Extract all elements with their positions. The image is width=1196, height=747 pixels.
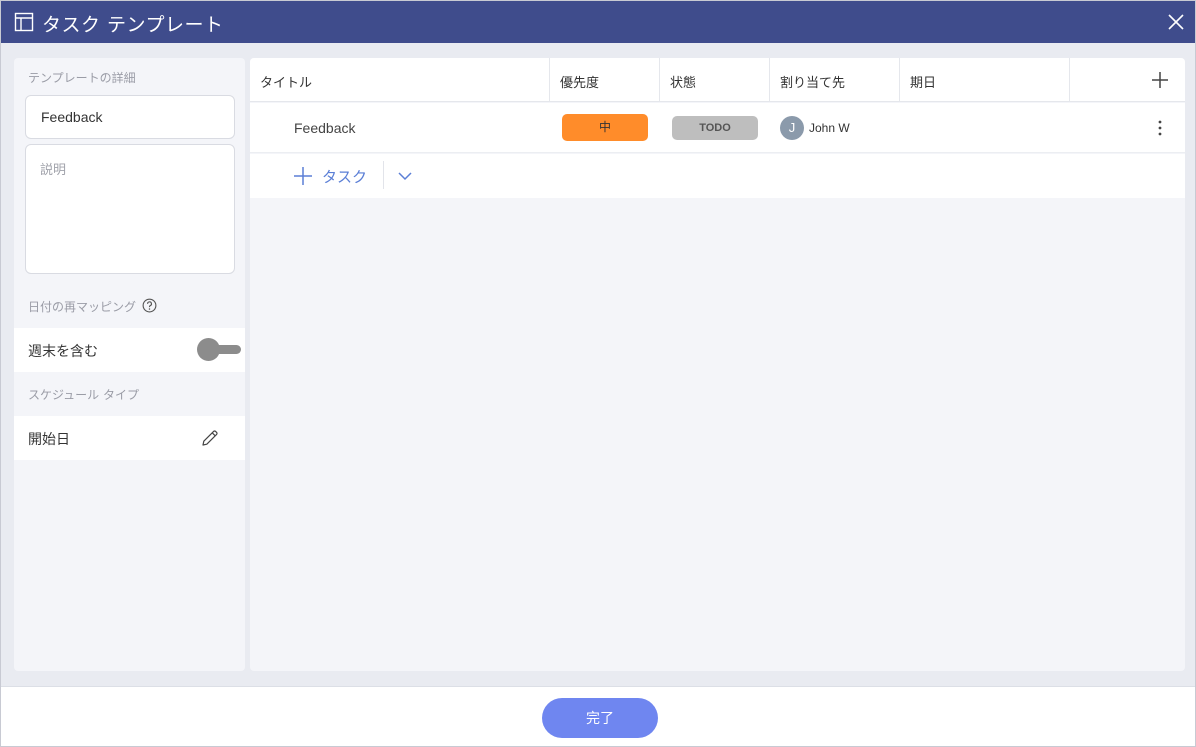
add-column-icon[interactable]	[1151, 71, 1169, 89]
column-header-assignee[interactable]: 割り当て先	[770, 58, 900, 102]
template-name-input[interactable]	[25, 95, 235, 139]
task-template-dialog: タスク テンプレート テンプレートの詳細 日付の再マッピング 週末を含む スケジ…	[0, 0, 1196, 747]
schedule-type-row: 開始日	[14, 416, 245, 460]
help-icon[interactable]	[142, 298, 157, 313]
column-header-due-date[interactable]: 期日	[900, 58, 1070, 102]
include-weekends-row: 週末を含む	[14, 328, 245, 372]
dialog-footer: 完了	[1, 686, 1195, 746]
chevron-down-icon[interactable]	[397, 168, 413, 184]
description-input[interactable]	[25, 144, 235, 274]
column-header-priority[interactable]: 優先度	[550, 58, 660, 102]
pencil-icon[interactable]	[200, 428, 220, 448]
include-weekends-toggle[interactable]	[197, 338, 241, 362]
close-icon[interactable]	[1166, 12, 1186, 32]
divider	[383, 161, 384, 189]
schedule-type-value: 開始日	[28, 432, 70, 448]
add-task-label: タスク	[322, 168, 368, 186]
title-bar: タスク テンプレート	[1, 1, 1195, 43]
column-header-title[interactable]: タイトル	[250, 58, 550, 102]
priority-badge[interactable]: 中	[562, 114, 648, 141]
task-table-panel: タイトル 優先度 状態 割り当て先 期日 Feedback 中 TODO J J…	[250, 58, 1185, 671]
template-details-panel: テンプレートの詳細 日付の再マッピング 週末を含む スケジュール タイプ 開始日	[14, 58, 245, 671]
done-button[interactable]: 完了	[542, 698, 658, 738]
date-remap-section-label: 日付の再マッピング	[28, 300, 137, 314]
assignee-name[interactable]: John W	[809, 121, 850, 135]
template-layout-icon	[14, 12, 34, 32]
more-options-icon[interactable]	[1152, 118, 1168, 138]
toggle-knob	[197, 338, 220, 361]
schedule-type-section-label: スケジュール タイプ	[28, 388, 139, 402]
plus-icon	[294, 167, 312, 185]
avatar[interactable]: J	[780, 116, 804, 140]
table-header: タイトル 優先度 状態 割り当て先 期日	[250, 58, 1185, 102]
column-header-status[interactable]: 状態	[660, 58, 770, 102]
include-weekends-label: 週末を含む	[28, 344, 98, 360]
dialog-title: タスク テンプレート	[42, 14, 224, 36]
task-title[interactable]: Feedback	[294, 120, 355, 136]
details-section-label: テンプレートの詳細	[28, 71, 136, 85]
table-row[interactable]: Feedback 中 TODO J John W	[250, 103, 1185, 153]
add-task-row: タスク	[250, 154, 1185, 198]
status-badge[interactable]: TODO	[672, 116, 758, 140]
